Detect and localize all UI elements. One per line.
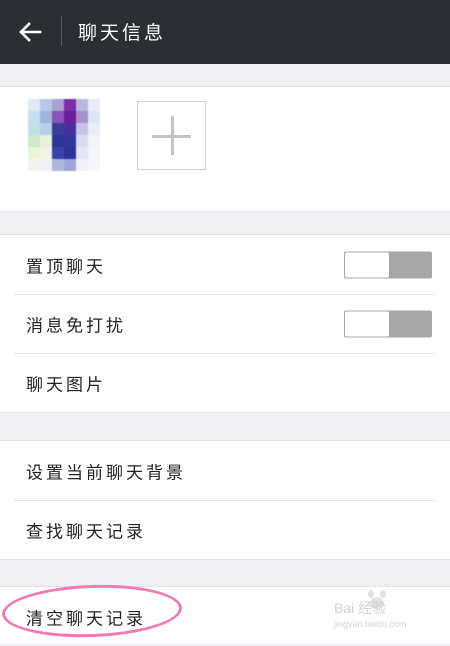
sticky-chat-toggle[interactable] <box>344 251 432 278</box>
mute-notifications-toggle[interactable] <box>344 310 432 337</box>
arrow-left-icon <box>19 22 42 42</box>
top-bar: 聊天信息 <box>0 0 450 64</box>
watermark: Bai 经验 jingyan.baidu.com <box>334 598 407 629</box>
mute-notifications-label: 消息免打扰 <box>26 316 126 336</box>
toggle-knob <box>345 311 389 336</box>
add-member-button[interactable] <box>137 101 206 170</box>
page-title: 聊天信息 <box>78 22 167 44</box>
watermark-brand: Bai 经验 <box>334 600 387 616</box>
header-divider <box>61 16 62 46</box>
chat-images-label: 聊天图片 <box>26 375 106 395</box>
watermark-url: jingyan.baidu.com <box>334 619 407 629</box>
set-background-row[interactable]: 设置当前聊天背景 <box>0 441 450 500</box>
search-history-row[interactable]: 查找聊天记录 <box>0 500 450 559</box>
chat-images-row[interactable]: 聊天图片 <box>0 353 450 412</box>
sticky-chat-row[interactable]: 置顶聊天 <box>0 235 450 294</box>
mute-notifications-row[interactable]: 消息免打扰 <box>0 294 450 353</box>
search-history-label: 查找聊天记录 <box>26 522 146 542</box>
sticky-chat-label: 置顶聊天 <box>26 257 106 277</box>
settings-group-history: 设置当前聊天背景 查找聊天记录 <box>0 440 450 560</box>
back-button[interactable] <box>12 14 48 50</box>
settings-group-chat: 置顶聊天 消息免打扰 聊天图片 <box>0 234 450 413</box>
clear-history-label: 清空聊天记录 <box>26 609 146 629</box>
member-avatar[interactable] <box>28 99 100 171</box>
toggle-knob <box>345 252 389 277</box>
set-background-label: 设置当前聊天背景 <box>26 463 186 483</box>
members-panel <box>0 86 450 212</box>
